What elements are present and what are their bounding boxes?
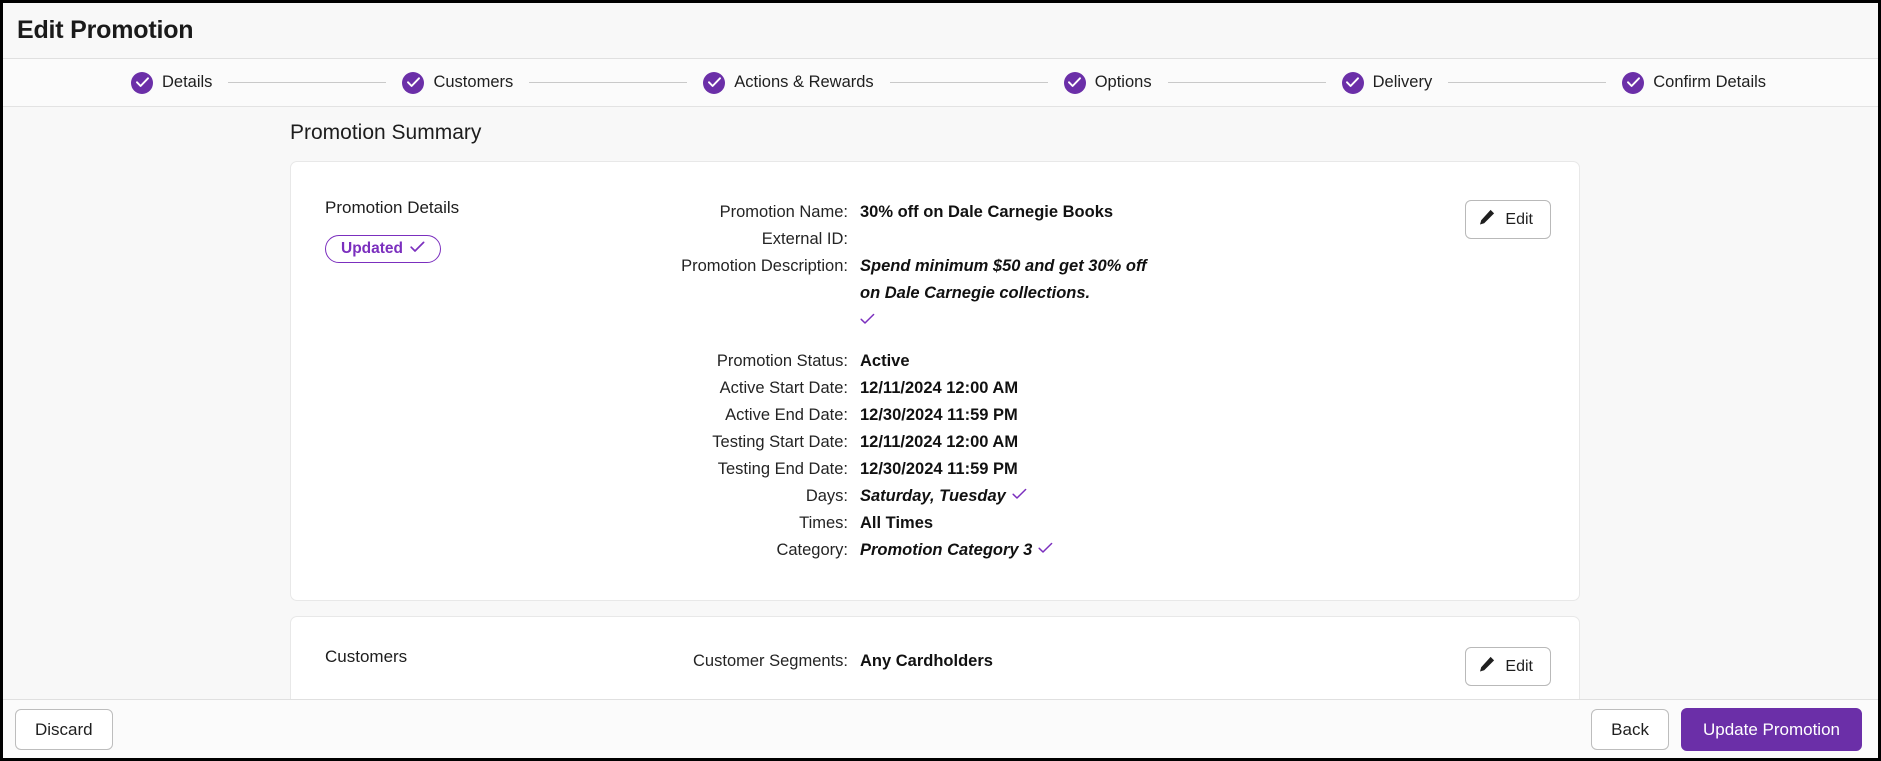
field-label: Testing Start Date: <box>655 429 848 456</box>
field-value-text: Spend minimum $50 and get 30% off on Dal… <box>860 257 1147 302</box>
customers-row: Customers Customer Segments: Any Cardhold… <box>325 647 1537 684</box>
field-label: Category: <box>655 537 848 564</box>
field-value: Active <box>860 348 1537 375</box>
field-value-text: Active <box>860 352 910 370</box>
step-connector <box>1168 82 1326 83</box>
footer-actions: Back Update Promotion <box>1591 708 1862 751</box>
field-value: 12/30/2024 11:59 PM <box>860 402 1537 429</box>
field-value: 30% off on Dale Carnegie Books <box>860 199 1537 226</box>
field-value-text: 12/11/2024 12:00 AM <box>860 379 1018 397</box>
check-circle-icon <box>131 72 153 94</box>
page-title: Edit Promotion <box>17 16 193 45</box>
field-value-text: Promotion Category 3 <box>860 541 1032 559</box>
field-value: Any Cardholders <box>860 648 1537 675</box>
field-value-text: 12/30/2024 11:59 PM <box>860 406 1018 424</box>
update-promotion-button[interactable]: Update Promotion <box>1681 708 1862 751</box>
discard-button[interactable]: Discard <box>15 709 113 750</box>
field-value: Saturday, Tuesday <box>860 483 1537 510</box>
field-label: Customer Segments: <box>636 648 848 675</box>
step-label: Customers <box>433 73 513 92</box>
check-circle-icon <box>1342 72 1364 94</box>
edit-customers-label: Edit <box>1505 658 1533 676</box>
edit-promotion-details-button[interactable]: Edit <box>1465 200 1551 239</box>
field-value <box>860 226 1537 253</box>
step-confirm-details[interactable]: Confirm Details <box>1622 72 1766 94</box>
promotion-details-card: Promotion Details Updated Promotion Name… <box>290 161 1580 601</box>
step-actions-rewards[interactable]: Actions & Rewards <box>703 72 873 94</box>
promotion-details-fields: Promotion Name: 30% off on Dale Carnegie … <box>655 198 1537 564</box>
field-value-text: Saturday, Tuesday <box>860 487 1006 505</box>
check-circle-icon <box>402 72 424 94</box>
edit-customers-button[interactable]: Edit <box>1465 647 1551 686</box>
field-value-text: Any Cardholders <box>860 652 993 670</box>
step-details[interactable]: Details <box>131 72 212 94</box>
field-value: Promotion Category 3 <box>860 537 1537 564</box>
field-label: Promotion Name: <box>655 199 848 226</box>
step-connector <box>1448 82 1606 83</box>
field-value: All Times <box>860 510 1537 537</box>
edit-promotion-details-label: Edit <box>1505 211 1533 229</box>
step-options[interactable]: Options <box>1064 72 1152 94</box>
step-customers[interactable]: Customers <box>402 72 513 94</box>
field-label: Promotion Description: <box>655 253 848 335</box>
promotion-details-left-column: Promotion Details Updated <box>325 198 655 263</box>
step-label: Options <box>1095 73 1152 92</box>
step-label: Actions & Rewards <box>734 73 873 92</box>
field-value-text: 30% off on Dale Carnegie Books <box>860 203 1113 221</box>
field-label: Promotion Status: <box>655 348 848 375</box>
customers-left-column: Customers <box>325 647 636 684</box>
step-connector <box>529 82 687 83</box>
changed-check-icon <box>1012 482 1027 509</box>
customers-fields: Customer Segments: Any Cardholders <box>636 647 1537 675</box>
field-value: 12/11/2024 12:00 AM <box>860 375 1537 402</box>
field-value: 12/30/2024 11:59 PM <box>860 456 1537 483</box>
field-gap <box>655 335 1537 348</box>
step-connector <box>228 82 386 83</box>
field-value: 12/11/2024 12:00 AM <box>860 429 1537 456</box>
changed-check-icon <box>1038 536 1053 563</box>
check-circle-icon <box>1064 72 1086 94</box>
step-delivery[interactable]: Delivery <box>1342 72 1433 94</box>
pencil-icon <box>1479 209 1495 230</box>
promotion-details-heading: Promotion Details <box>325 198 655 218</box>
section-title: Promotion Summary <box>290 121 1580 145</box>
promotion-details-row: Promotion Details Updated Promotion Name… <box>325 198 1537 564</box>
field-label: External ID: <box>655 226 848 253</box>
progress-stepper: Details Customers Actions & Rewards Options… <box>3 59 1878 107</box>
step-label: Details <box>162 73 212 92</box>
content-inner: Promotion Summary Promotion Details Upda… <box>290 121 1580 699</box>
changed-check-icon <box>860 307 1160 334</box>
step-connector <box>890 82 1048 83</box>
back-button[interactable]: Back <box>1591 709 1669 750</box>
pencil-icon <box>1479 656 1495 677</box>
field-label: Testing End Date: <box>655 456 848 483</box>
status-badge: Updated <box>325 235 441 263</box>
step-label: Delivery <box>1373 73 1433 92</box>
step-label: Confirm Details <box>1653 73 1766 92</box>
check-circle-icon <box>1622 72 1644 94</box>
field-label: Times: <box>655 510 848 537</box>
check-icon <box>410 241 425 257</box>
field-value-text: 12/30/2024 11:59 PM <box>860 460 1018 478</box>
title-bar: Edit Promotion <box>3 3 1878 59</box>
edit-promotion-window: Edit Promotion Details Customers Actions &… <box>0 0 1881 761</box>
field-label: Active Start Date: <box>655 375 848 402</box>
field-value-text: 12/11/2024 12:00 AM <box>860 433 1018 451</box>
field-label: Active End Date: <box>655 402 848 429</box>
status-badge-label: Updated <box>341 241 403 257</box>
content-area: Promotion Summary Promotion Details Upda… <box>3 107 1878 699</box>
customers-heading: Customers <box>325 647 636 667</box>
field-label: Days: <box>655 483 848 510</box>
check-circle-icon <box>703 72 725 94</box>
footer-bar: Discard Back Update Promotion <box>3 699 1878 758</box>
field-value-text: All Times <box>860 514 933 532</box>
field-value: Spend minimum $50 and get 30% off on Dal… <box>860 253 1160 335</box>
customers-card: Customers Customer Segments: Any Cardhold… <box>290 616 1580 699</box>
